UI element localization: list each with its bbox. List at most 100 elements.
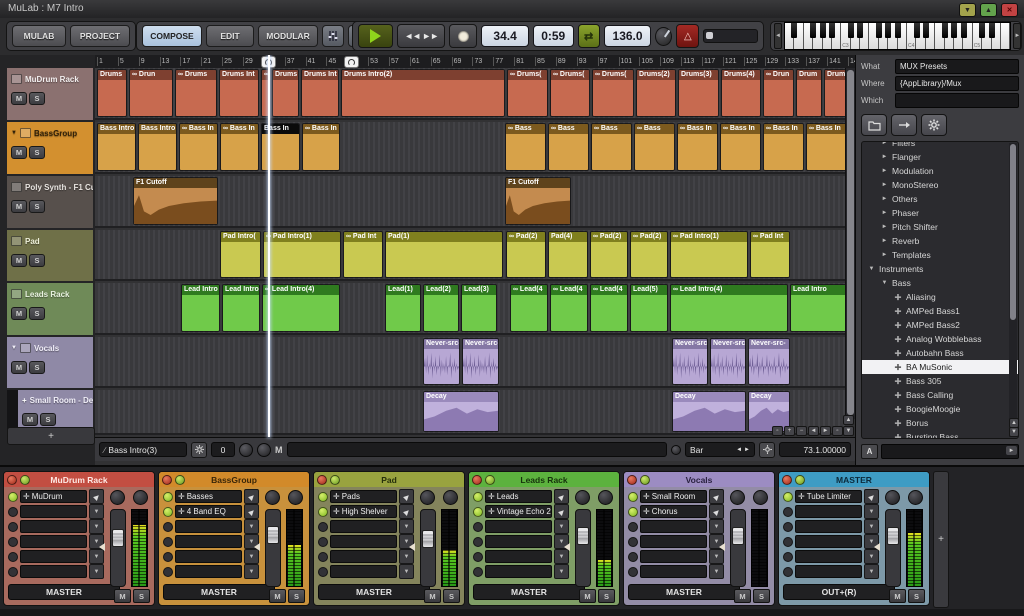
minimize-button[interactable]: ▼ [959,3,976,17]
tree-item-flanger[interactable]: ►Flanger [862,150,1018,164]
clip-knob-2[interactable] [257,443,271,457]
collapsed-arrow-icon[interactable]: ► [881,238,888,244]
output-select-button[interactable]: MASTER [628,584,740,600]
insert-slot[interactable]: ▼ [8,565,104,578]
lane-5[interactable]: Never-src-Never-src-Never-src-Never-src-… [95,337,845,388]
tree-item-templates[interactable]: ►Templates [862,248,1018,262]
which-field[interactable] [895,93,1019,108]
strip-mute-button[interactable]: M [114,589,131,603]
pan-knob[interactable] [575,490,590,505]
mute-button[interactable]: M [11,254,27,267]
strip-mute-button[interactable]: M [579,589,596,603]
slot-field[interactable] [795,520,862,533]
collapsed-arrow-icon[interactable]: ► [881,224,888,230]
tree-item-bass-305[interactable]: ✛Bass 305 [862,374,1018,388]
cursor-position-display[interactable]: 73.1.00000 [779,442,851,457]
strip-solo-button[interactable]: S [598,589,615,603]
insert-slot[interactable]: ▼ [783,535,879,548]
slot-field[interactable]: ✛MuDrum [20,490,87,503]
slot-menu-icon[interactable]: ▼ [554,519,569,534]
slot-field[interactable]: ✛Vintage Echo 2 [485,505,552,518]
tree-item-bass-calling[interactable]: ✛Bass Calling [862,388,1018,402]
collapse-arrow-icon[interactable]: ▼ [11,345,17,351]
tree-item-reverb[interactable]: ►Reverb [862,234,1018,248]
playhead[interactable] [268,55,270,437]
slot-field[interactable] [330,565,397,578]
clip-bass-intro[interactable]: Bass Intro [138,123,177,171]
strip-mute-button[interactable]: M [269,589,286,603]
lane-4[interactable]: Lead IntroLead Intro∞ Lead Intro(4)Lead(… [95,283,845,335]
insert-slot[interactable]: ▼ [163,565,259,578]
fader-handle[interactable] [577,527,589,545]
slot-menu-icon[interactable]: ▼ [709,564,724,579]
insert-slot[interactable]: ▼ [783,520,879,533]
collapsed-arrow-icon[interactable]: ► [881,182,888,188]
fader-handle[interactable] [887,527,899,545]
slot-edit-icon[interactable]: ▶ [864,489,879,504]
insert-slot[interactable]: ▼ [628,535,724,548]
piano-white-key[interactable] [1001,23,1010,49]
strip-solo-button[interactable]: S [133,589,150,603]
clip-bass-in[interactable]: ∞ Bass In [220,123,259,171]
clip-lead-4[interactable]: ∞ Lead(4 [510,284,548,332]
slot-field[interactable] [485,550,552,563]
insert-slot[interactable]: ✛Chorus▶ [628,505,724,518]
tree-item-bass[interactable]: ▼Bass [862,276,1018,290]
lane-6[interactable]: DecayDecayDecay [95,390,845,435]
width-knob[interactable] [753,490,768,505]
tree-item-amped-bass2[interactable]: ✛AMPed Bass2 [862,318,1018,332]
strip-solo-button[interactable]: S [753,589,770,603]
volume-fader[interactable] [110,509,126,587]
record-button[interactable] [449,24,477,48]
snap-dot-icon[interactable] [671,445,681,455]
insert-slot[interactable]: ▼ [473,550,569,563]
piano-black-key[interactable] [848,23,854,38]
slot-menu-icon[interactable]: ▼ [399,519,414,534]
slot-field[interactable] [330,550,397,563]
fader-handle[interactable] [422,530,434,548]
solo-button[interactable]: S [29,361,45,374]
clip-lead-4[interactable]: ∞ Lead(4 [590,284,628,332]
selected-clip-field[interactable]: ∕ Bass Intro(3) [99,442,187,457]
clip-pad-2[interactable]: ∞ Pad(2) [590,231,628,278]
slot-edit-icon[interactable]: ▶ [554,489,569,504]
slot-menu-icon[interactable]: ▼ [709,549,724,564]
clip-lead-intro[interactable]: Lead Intro [181,284,220,332]
clip-pad-2[interactable]: ∞ Pad(2) [630,231,668,278]
insert-slot[interactable]: ▼ [163,550,259,563]
slot-edit-icon[interactable]: ▶ [709,504,724,519]
tree-item-instruments[interactable]: ▼Instruments [862,262,1018,276]
clip-lead-intro[interactable]: Lead Intro [222,284,260,332]
lane-0[interactable]: Drums∞ Drun∞ DrumsDrums Int∞DrumsDrums I… [95,68,845,120]
slot-edit-icon[interactable]: ▶ [244,489,259,504]
track-header-bassgroup[interactable]: ▼BassGroupMS [7,122,93,174]
tab-compose[interactable]: COMPOSE [142,25,202,47]
song-position-display[interactable]: 34.4 [481,25,529,47]
slot-edit-icon[interactable]: ▶ [244,504,259,519]
solo-button[interactable]: S [40,413,56,426]
slot-field[interactable]: ✛Chorus [640,505,707,518]
mixer-view-icon[interactable] [322,25,344,47]
tree-item-boogiemoogie[interactable]: ✛BoogieMoogie [862,402,1018,416]
clip-pad-int[interactable]: ∞ Pad Int [750,231,790,278]
insert-slot[interactable]: ▼ [783,565,879,578]
clip-drums[interactable]: ∞ Drums( [592,69,634,117]
clip-never-src[interactable]: Never-src- [672,338,708,385]
width-knob[interactable] [598,490,613,505]
slot-edit-icon[interactable]: ▶ [89,489,104,504]
slot-menu-icon[interactable]: ▼ [864,564,879,579]
slot-field[interactable]: ✛Basses [175,490,242,503]
clip-drums[interactable]: ∞ Drums [175,69,217,117]
strip-enable-icon[interactable] [640,475,650,485]
what-field[interactable]: MUX Presets [895,59,1019,74]
slot-field[interactable] [640,565,707,578]
strip-mute-button[interactable]: M [734,589,751,603]
transpose-field[interactable]: 0 [211,442,235,457]
tree-item-borus[interactable]: ✛Borus [862,416,1018,430]
track-header-pad[interactable]: PadMS [7,230,93,281]
clip-lead-2[interactable]: Lead(2) [423,284,459,332]
clip-drums-3[interactable]: Drums(3) [678,69,719,117]
slot-edit-icon[interactable]: ▶ [399,504,414,519]
expanded-arrow-icon[interactable]: ▼ [881,280,888,286]
seek-buttons[interactable]: ◄◄ ►► [397,24,445,48]
